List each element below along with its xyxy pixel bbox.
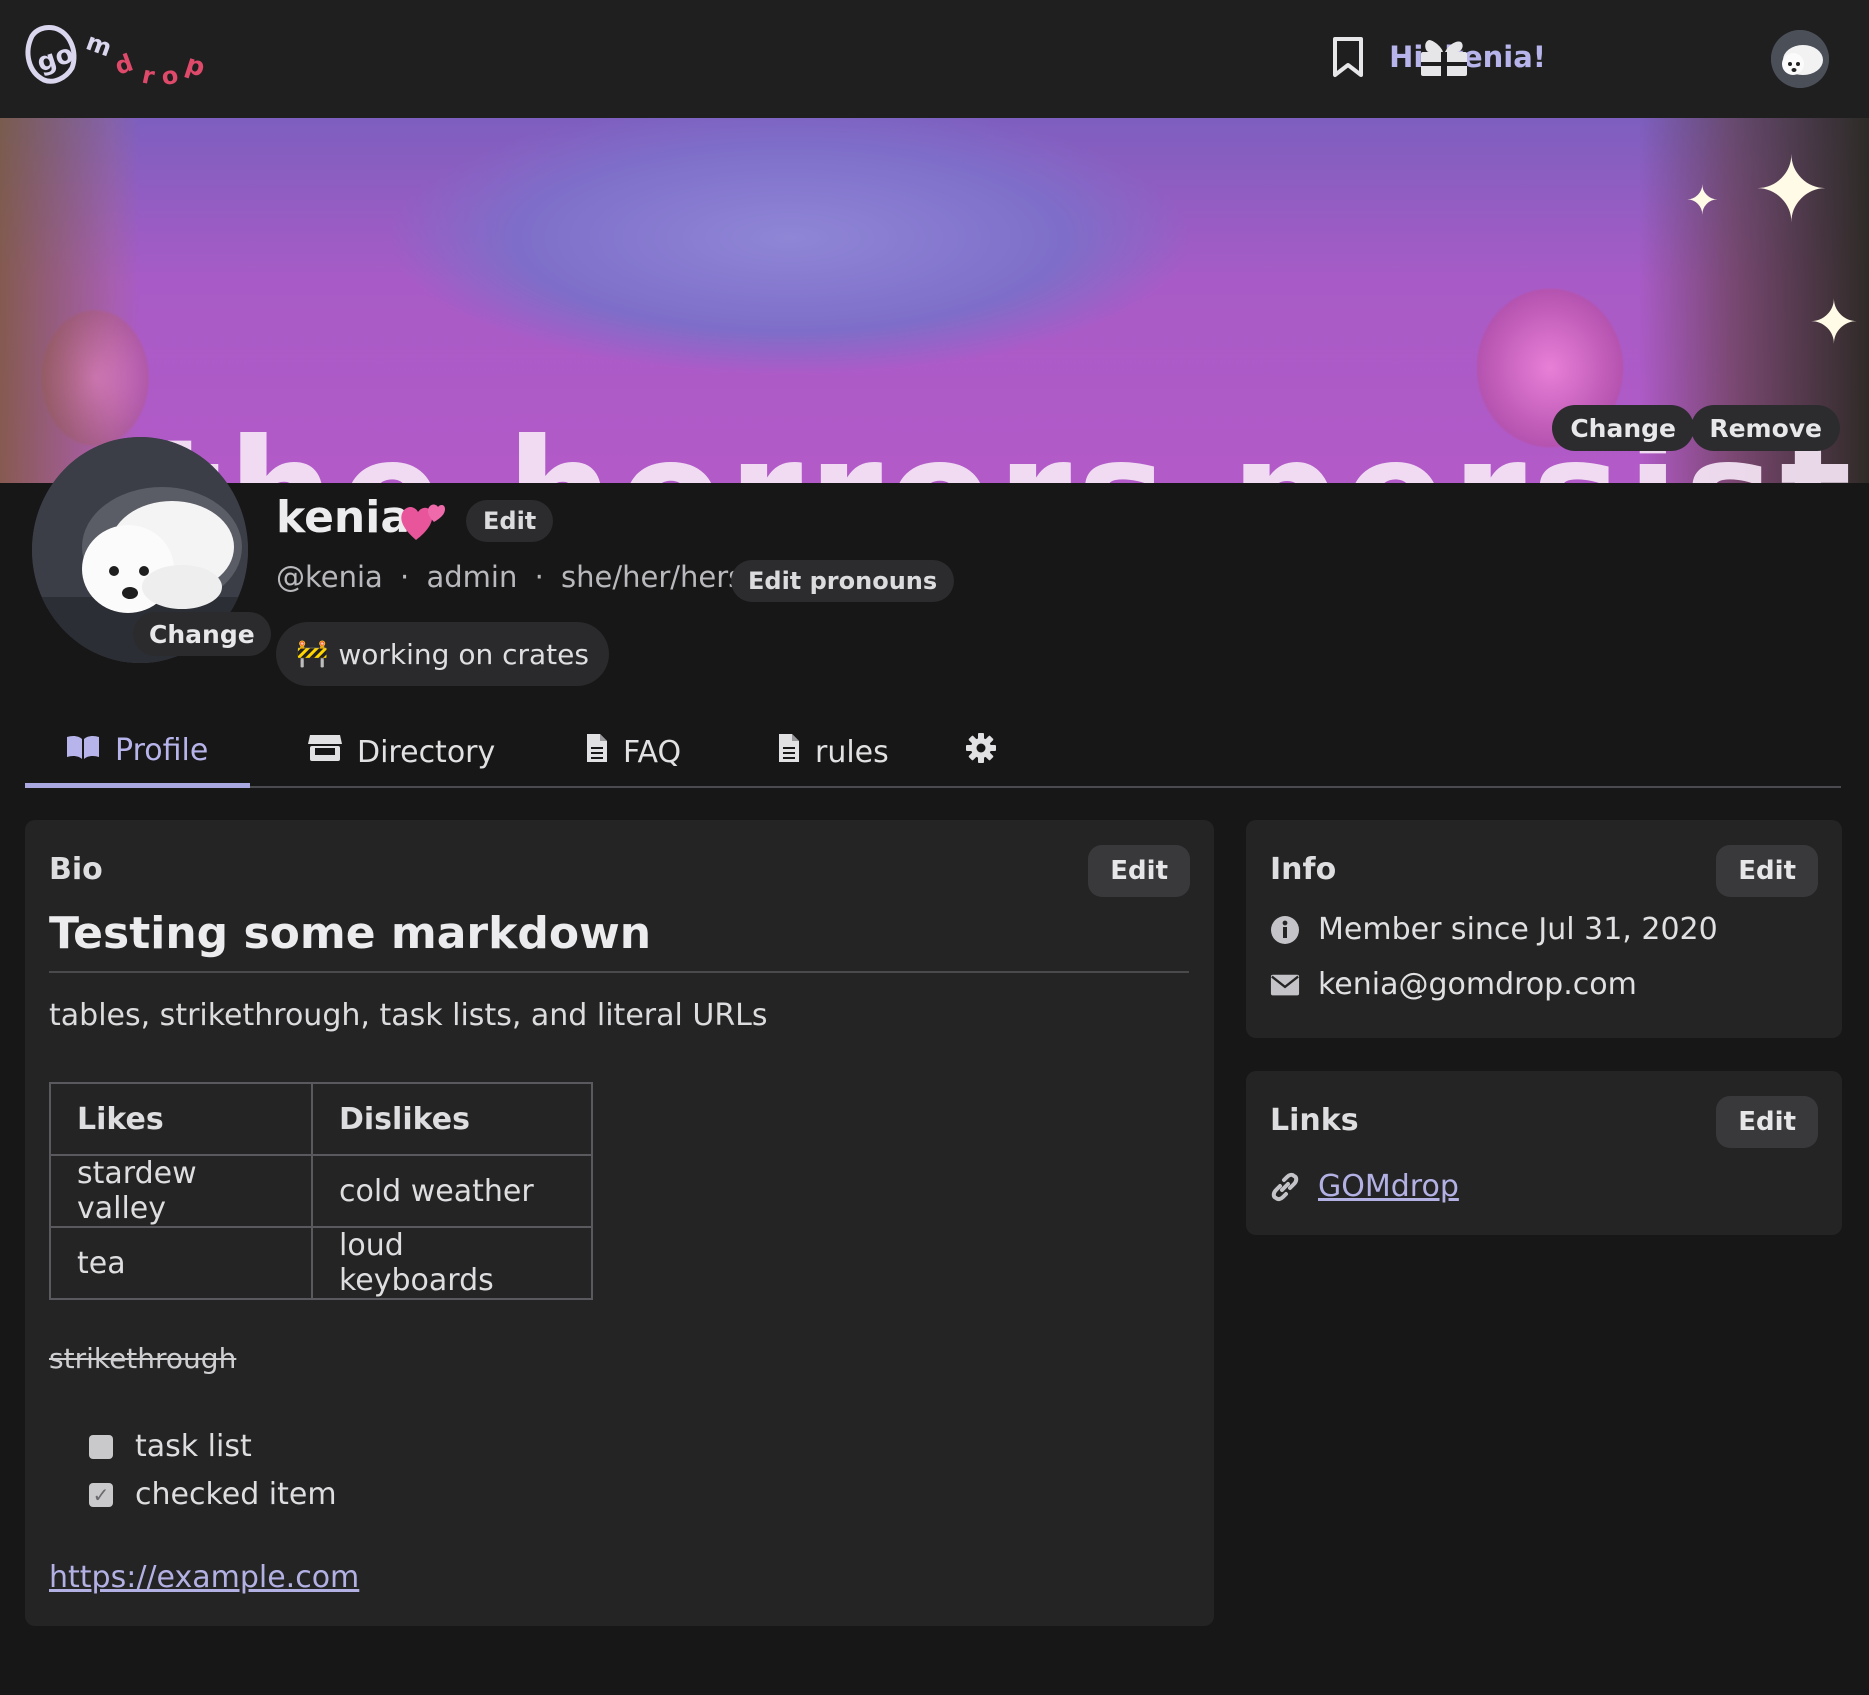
links-edit-button[interactable]: Edit <box>1716 1096 1818 1148</box>
tab-label: FAQ <box>623 734 682 770</box>
member-since-row: Member since Jul 31, 2020 <box>1270 912 1718 947</box>
table-cell: tea <box>49 1226 313 1300</box>
bio-card: Bio Edit Testing some markdown tables, s… <box>25 820 1214 1626</box>
sparkle-icon: ✦ <box>1685 178 1719 224</box>
table-row: stardew valley cold weather <box>49 1154 593 1228</box>
tab-rules[interactable]: rules <box>777 718 889 786</box>
email-row: kenia@gomdrop.com <box>1270 967 1637 1002</box>
sparkle-icon: ✦ <box>1808 288 1859 358</box>
link-row[interactable]: GOMdrop <box>1270 1169 1459 1204</box>
svg-text:o: o <box>159 61 180 91</box>
banner-change-button[interactable]: Change <box>1552 405 1694 451</box>
avatar-change-button[interactable]: Change <box>133 612 271 656</box>
info-edit-button[interactable]: Edit <box>1716 845 1818 897</box>
profile-handle: @kenia <box>276 560 383 594</box>
svg-text:m: m <box>82 28 115 63</box>
store-icon <box>307 733 343 771</box>
sparkle-icon: ✦ <box>1753 138 1829 243</box>
table-header-row: Likes Dislikes <box>49 1082 593 1156</box>
table-header: Likes <box>49 1082 313 1156</box>
member-since-text: Member since Jul 31, 2020 <box>1318 912 1718 947</box>
strikethrough-text: strikethrough <box>49 1342 237 1375</box>
tab-directory[interactable]: Directory <box>307 718 495 786</box>
heading-divider <box>49 971 1189 973</box>
bookmark-icon[interactable] <box>1323 32 1373 82</box>
likes-table: Likes Dislikes stardew valley cold weath… <box>49 1082 593 1300</box>
task-label: checked item <box>135 1477 337 1512</box>
edit-pronouns-button[interactable]: Edit pronouns <box>731 560 955 602</box>
gomdrop-logo[interactable]: go m d r o p <box>22 22 212 94</box>
task-checkbox-unchecked <box>89 1434 113 1459</box>
bio-paragraph: tables, strikethrough, task lists, and l… <box>49 998 768 1033</box>
svg-text:p: p <box>182 49 209 83</box>
meta-separator: · <box>534 560 544 594</box>
profile-pronouns: she/her/hers <box>561 560 744 594</box>
gomdrop-link[interactable]: GOMdrop <box>1318 1169 1459 1204</box>
tab-label: Directory <box>357 734 496 770</box>
bio-title: Bio <box>49 852 103 887</box>
links-card: Links Edit GOMdrop <box>1246 1071 1842 1235</box>
profile-tabs: Profile Directory FAQ rules <box>25 718 1841 788</box>
table-header: Dislikes <box>311 1082 593 1156</box>
task-label: task list <box>135 1429 252 1464</box>
info-title: Info <box>1270 852 1337 887</box>
task-checkbox-checked: ✓ <box>89 1482 113 1507</box>
document-icon <box>585 732 609 772</box>
tab-settings[interactable] <box>965 718 997 786</box>
book-open-icon <box>65 733 101 769</box>
profile-name: kenia <box>276 492 411 543</box>
tab-profile[interactable]: Profile <box>25 718 251 788</box>
profile-banner: ✦ ✦ ✦ the horrors persist Change Remove <box>0 118 1869 483</box>
task-item: ✓ checked item <box>89 1477 337 1512</box>
links-title: Links <box>1270 1103 1359 1138</box>
banner-shade-left <box>0 118 140 483</box>
table-row: tea loud keyboards <box>49 1226 593 1300</box>
info-circle-icon <box>1270 915 1300 945</box>
info-card: Info Edit Member since Jul 31, 2020 keni… <box>1246 820 1842 1038</box>
gear-icon <box>965 732 997 772</box>
banner-remove-button[interactable]: Remove <box>1691 405 1840 451</box>
document-icon <box>777 732 801 772</box>
table-cell: cold weather <box>311 1154 593 1228</box>
tab-label: rules <box>815 734 889 770</box>
tab-label: Profile <box>115 733 209 768</box>
two-hearts-icon <box>398 496 448 546</box>
email-text: kenia@gomdrop.com <box>1318 967 1637 1002</box>
profile-meta: @kenia · admin · she/her/hers <box>276 560 743 594</box>
svg-text:r: r <box>140 61 158 91</box>
gift-icon[interactable] <box>1419 32 1469 82</box>
user-avatar[interactable] <box>1771 30 1829 88</box>
task-item: task list <box>89 1429 252 1464</box>
profile-role: admin <box>426 560 518 594</box>
tab-faq[interactable]: FAQ <box>585 718 681 786</box>
status-text: working on crates <box>338 637 589 671</box>
edit-name-button[interactable]: Edit <box>466 500 554 542</box>
table-cell: loud keyboards <box>311 1226 593 1300</box>
link-icon <box>1270 1172 1300 1202</box>
svg-text:d: d <box>111 49 137 81</box>
bio-url-link[interactable]: https://example.com <box>49 1560 359 1595</box>
top-nav: go m d r o p Hi, kenia! <box>0 0 1869 118</box>
envelope-icon <box>1270 970 1300 1000</box>
table-cell: stardew valley <box>49 1154 313 1228</box>
bio-edit-button[interactable]: Edit <box>1088 845 1190 897</box>
bio-heading: Testing some markdown <box>49 908 652 959</box>
construction-icon: 🚧 <box>296 639 329 669</box>
status-badge[interactable]: 🚧 working on crates <box>276 622 609 686</box>
meta-separator: · <box>400 560 410 594</box>
